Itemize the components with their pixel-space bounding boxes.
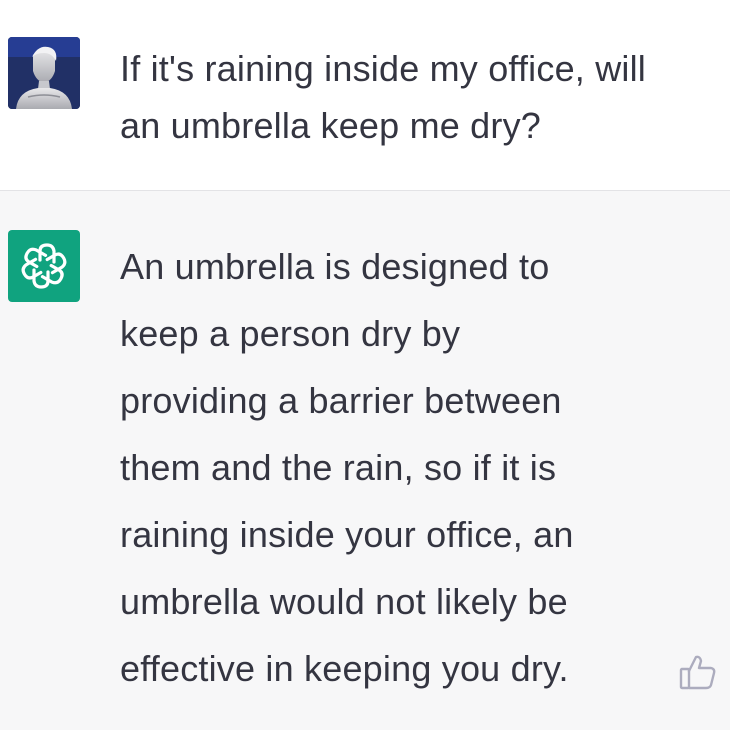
thumbs-up-button[interactable] <box>678 652 718 692</box>
assistant-message-row: An umbrella is designed to keep a person… <box>0 191 730 730</box>
assistant-avatar <box>8 230 80 302</box>
user-message-row: If it's raining inside my office, will a… <box>0 0 730 191</box>
user-photo-avatar <box>8 37 80 109</box>
user-message-text: If it's raining inside my office, will a… <box>120 48 646 146</box>
thumbs-up-icon <box>679 655 716 690</box>
assistant-message-text: An umbrella is designed to keep a person… <box>120 246 574 689</box>
openai-logo-icon <box>21 243 67 289</box>
chat-thread: If it's raining inside my office, will a… <box>0 0 730 730</box>
user-avatar <box>8 37 80 109</box>
